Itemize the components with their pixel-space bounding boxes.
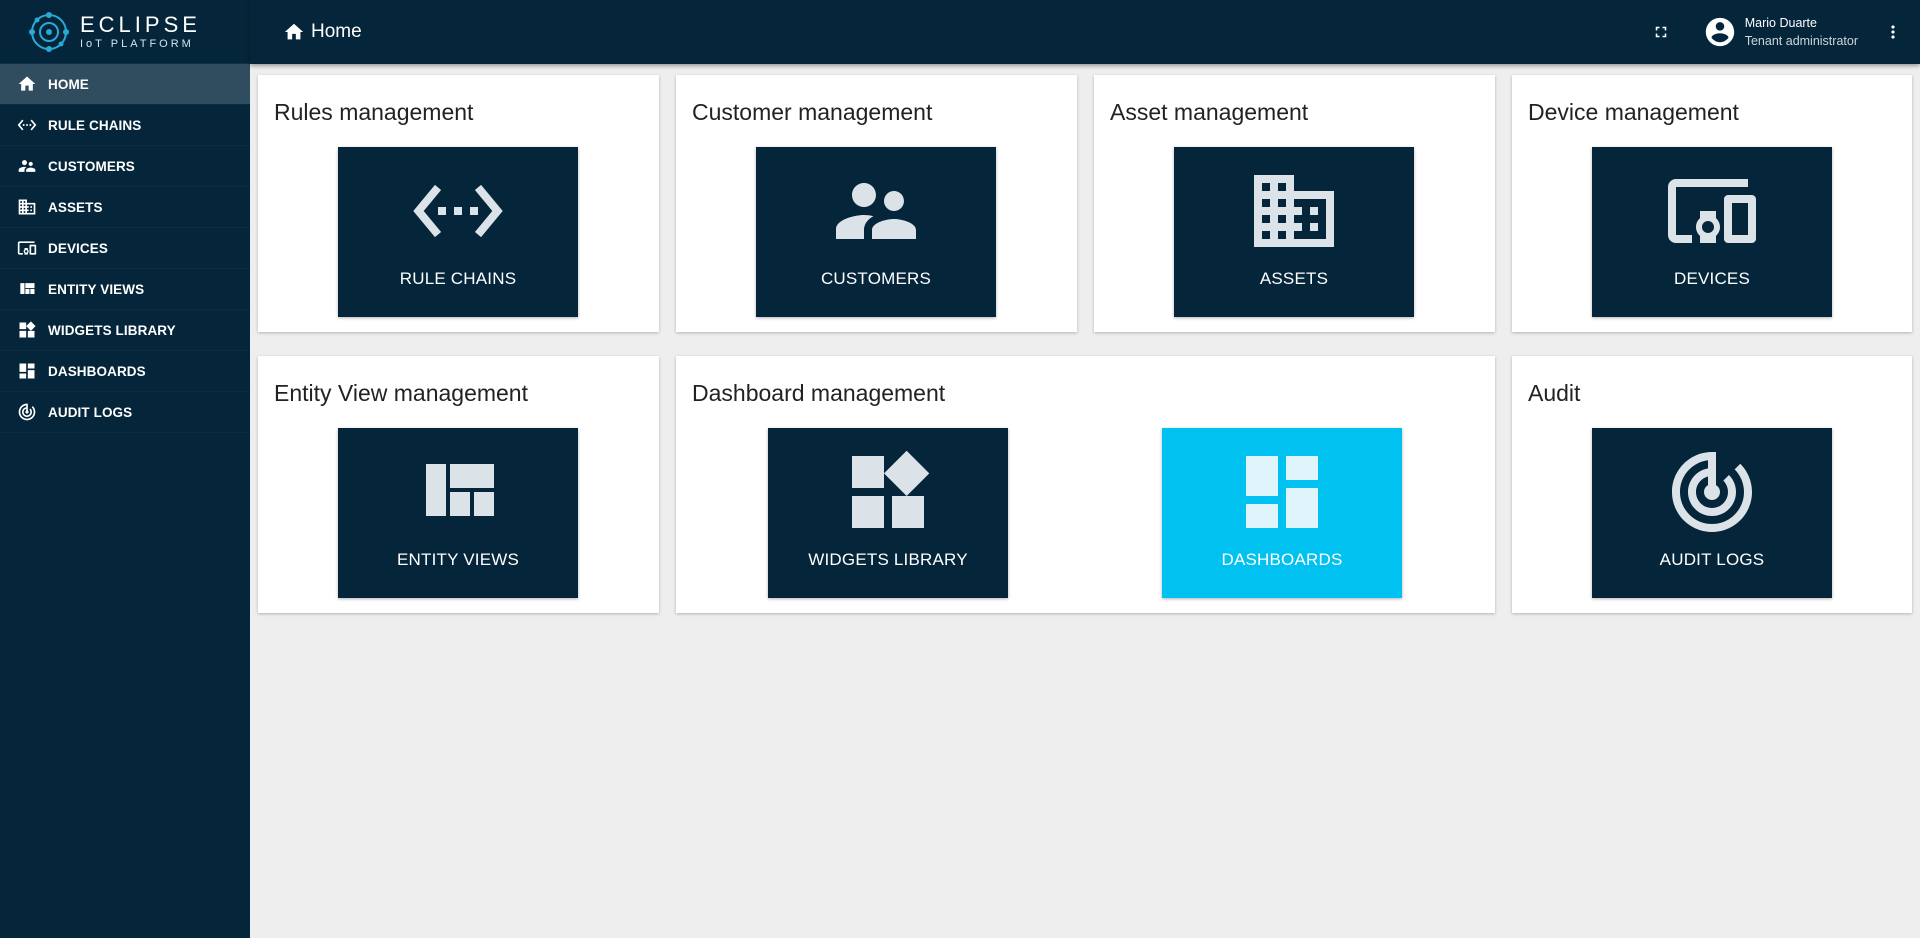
card-audit: Audit AUDIT LOGS — [1512, 356, 1912, 613]
tile-label: WIDGETS LIBRARY — [808, 550, 968, 569]
tile-rule-chains[interactable]: RULE CHAINS — [338, 147, 578, 317]
sidebar-nav: HOME RULE CHAINS CUSTOMERS ASSETS DEVICE… — [0, 64, 250, 433]
tile-label: ASSETS — [1259, 269, 1329, 288]
tile-devices[interactable]: DEVICES — [1592, 147, 1832, 317]
user-menu[interactable]: Mario Duarte Tenant administrator — [1703, 14, 1858, 50]
sidebar-item-dashboards[interactable]: DASHBOARDS — [0, 351, 250, 392]
sidebar-item-label: HOME — [48, 76, 89, 92]
sidebar-item-label: DASHBOARDS — [48, 363, 146, 379]
sidebar-item-label: RULE CHAINS — [48, 117, 142, 133]
devices-other-icon — [1668, 179, 1756, 243]
sidebar-item-label: CUSTOMERS — [48, 158, 135, 174]
sidebar-item-widgets-library[interactable]: WIDGETS LIBRARY — [0, 310, 250, 351]
domain-icon — [1254, 175, 1334, 247]
card-customer-management: Customer management CUSTOMERS — [676, 75, 1077, 332]
logo-subtitle: IoT PLATFORM — [80, 37, 194, 50]
tile-label: DEVICES — [1673, 269, 1751, 288]
tile-customers[interactable]: CUSTOMERS — [756, 147, 996, 317]
more-options-button[interactable] — [1878, 12, 1908, 52]
tile-label: CUSTOMERS — [820, 269, 932, 288]
app-logo[interactable]: ECLIPSE IoT PLATFORM — [0, 0, 250, 64]
supervisor-account-icon — [836, 183, 916, 239]
sidebar-item-assets[interactable]: ASSETS — [0, 187, 250, 228]
card-title: Audit — [1528, 380, 1581, 406]
tile-label: AUDIT LOGS — [1659, 550, 1765, 569]
widgets-icon — [17, 320, 37, 340]
fullscreen-button[interactable] — [1641, 12, 1681, 52]
account-circle-icon — [1705, 17, 1734, 47]
track-changes-icon — [1672, 452, 1752, 532]
view-quilt-icon — [426, 464, 494, 516]
card-rules-management: Rules management RULE CHAINS — [258, 75, 659, 332]
card-title: Asset management — [1110, 99, 1309, 125]
sidebar-item-label: AUDIT LOGS — [48, 404, 133, 420]
card-entity-view-management: Entity View management ENTITY VIEWS — [258, 356, 659, 613]
breadcrumb[interactable]: Home — [283, 21, 362, 43]
dashboard-icon — [17, 361, 37, 381]
tile-label: DASHBOARDS — [1221, 550, 1343, 569]
breadcrumb-label: Home — [311, 21, 362, 42]
card-device-management: Device management DEVICES — [1512, 75, 1912, 332]
logo-title: ECLIPSE — [80, 11, 201, 37]
tile-widgets-library[interactable]: WIDGETS LIBRARY — [768, 428, 1008, 598]
card-title: Entity View management — [274, 380, 528, 406]
home-icon — [17, 74, 37, 94]
sidebar-item-customers[interactable]: CUSTOMERS — [0, 146, 250, 187]
tile-audit-logs[interactable]: AUDIT LOGS — [1592, 428, 1832, 598]
sidebar-item-rule-chains[interactable]: RULE CHAINS — [0, 105, 250, 146]
card-title: Customer management — [692, 99, 933, 125]
sidebar-item-devices[interactable]: DEVICES — [0, 228, 250, 269]
sidebar-item-home[interactable]: HOME — [0, 64, 250, 105]
sidebar-item-entity-views[interactable]: ENTITY VIEWS — [0, 269, 250, 310]
dashboard-icon — [1246, 456, 1318, 528]
card-title: Device management — [1528, 99, 1739, 125]
sidebar-item-label: ENTITY VIEWS — [48, 281, 145, 297]
card-title: Rules management — [274, 99, 474, 125]
eclipse-logo-icon — [29, 11, 69, 52]
settings-ethernet-icon — [413, 184, 503, 238]
card-dashboard-management: Dashboard management WIDGETS LIBRARY DAS… — [676, 356, 1495, 613]
sidebar-item-label: ASSETS — [48, 199, 103, 215]
user-role: Tenant administrator — [1744, 34, 1858, 48]
devices-other-icon — [17, 238, 37, 258]
view-quilt-icon — [17, 279, 37, 299]
settings-ethernet-icon — [17, 115, 37, 135]
sidebar-item-label: DEVICES — [48, 240, 108, 256]
tile-assets[interactable]: ASSETS — [1174, 147, 1414, 317]
sidebar-item-audit-logs[interactable]: AUDIT LOGS — [0, 392, 250, 433]
domain-icon — [17, 197, 37, 217]
user-name: Mario Duarte — [1744, 16, 1817, 30]
top-bar: Home Mario Duarte Tenant administrator — [250, 0, 1920, 64]
sidebar-item-label: WIDGETS LIBRARY — [48, 322, 176, 338]
sidebar: ECLIPSE IoT PLATFORM HOME RULE CHAINS CU… — [0, 0, 250, 938]
more-vert-icon — [1891, 25, 1895, 39]
tile-label: RULE CHAINS — [399, 269, 517, 288]
card-title: Dashboard management — [692, 380, 946, 406]
track-changes-icon — [17, 402, 37, 422]
home-icon — [284, 23, 304, 40]
tile-dashboards[interactable]: DASHBOARDS — [1162, 428, 1402, 598]
tile-label: ENTITY VIEWS — [396, 550, 520, 569]
tile-entity-views[interactable]: ENTITY VIEWS — [338, 428, 578, 598]
card-asset-management: Asset management ASSETS — [1094, 75, 1495, 332]
fullscreen-icon — [1655, 26, 1666, 38]
widgets-icon — [852, 450, 930, 528]
supervisor-account-icon — [17, 156, 37, 176]
